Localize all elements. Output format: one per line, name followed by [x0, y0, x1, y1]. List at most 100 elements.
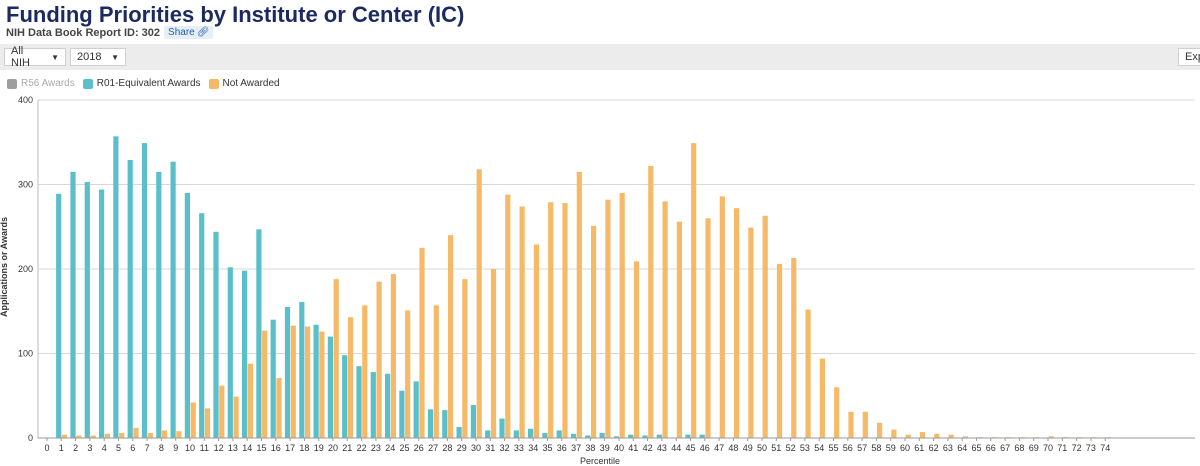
- x-tick-label: 46: [700, 443, 710, 453]
- bar-r01-awards: [570, 433, 577, 438]
- bar-r01-awards: [299, 301, 305, 438]
- bar-not-awarded: [605, 199, 611, 438]
- x-tick-label: 29: [457, 443, 467, 453]
- x-tick-label: 21: [342, 443, 352, 453]
- bar-not-awarded: [419, 247, 425, 438]
- bar-not-awarded: [891, 429, 897, 438]
- x-tick-label: 52: [786, 443, 796, 453]
- bar-r01-awards: [342, 355, 348, 438]
- bar-not-awarded: [162, 430, 168, 438]
- x-tick-label: 41: [628, 443, 638, 453]
- bar-r01-awards: [628, 434, 634, 438]
- bar-not-awarded: [591, 225, 597, 438]
- bar-not-awarded: [247, 363, 253, 438]
- x-tick-label: 7: [145, 443, 150, 453]
- bar-not-awarded: [905, 434, 911, 438]
- bar-r01-awards: [385, 373, 391, 438]
- x-tick-label: 32: [500, 443, 510, 453]
- bar-r01-awards: [656, 434, 662, 438]
- bar-not-awarded: [877, 422, 883, 438]
- x-tick-label: 55: [828, 443, 838, 453]
- x-tick-label: 62: [929, 443, 939, 453]
- x-tick-label: 22: [357, 443, 367, 453]
- x-tick-label: 16: [271, 443, 281, 453]
- x-tick-label: 61: [914, 443, 924, 453]
- bar-not-awarded: [734, 208, 740, 438]
- bar-not-awarded: [848, 411, 854, 438]
- bar-not-awarded: [490, 269, 497, 438]
- x-tick-label: 44: [671, 443, 681, 453]
- x-tick-label: 60: [900, 443, 910, 453]
- bar-not-awarded: [762, 215, 768, 438]
- bar-not-awarded: [791, 258, 797, 438]
- x-tick-label: 54: [814, 443, 824, 453]
- x-tick-label: 4: [102, 443, 107, 453]
- bar-not-awarded: [448, 235, 454, 438]
- x-tick-label: 68: [1014, 443, 1024, 453]
- bar-not-awarded: [691, 143, 697, 438]
- bar-r01-awards: [113, 136, 119, 438]
- bar-not-awarded: [834, 387, 840, 438]
- bar-r01-awards: [199, 213, 205, 438]
- x-tick-label: 71: [1057, 443, 1067, 453]
- bar-not-awarded: [176, 431, 182, 438]
- x-tick-label: 23: [371, 443, 381, 453]
- x-tick-label: 24: [385, 443, 395, 453]
- bar-r01-awards: [542, 432, 548, 438]
- x-tick-label: 67: [1000, 443, 1010, 453]
- y-tick-label: 200: [18, 264, 33, 274]
- bar-r01-awards: [356, 366, 362, 438]
- bar-not-awarded: [648, 165, 654, 438]
- bar-not-awarded: [462, 279, 468, 438]
- x-tick-label: 69: [1029, 443, 1039, 453]
- bar-r01-awards: [513, 430, 519, 438]
- x-tick-label: 12: [214, 443, 224, 453]
- bar-not-awarded: [662, 201, 668, 438]
- bar-not-awarded: [705, 218, 711, 438]
- bar-not-awarded: [204, 408, 211, 438]
- bar-not-awarded: [862, 411, 868, 438]
- bar-not-awarded: [190, 402, 196, 438]
- x-tick-label: 17: [285, 443, 295, 453]
- x-tick-label: 2: [73, 443, 78, 453]
- x-tick-label: 1: [59, 443, 64, 453]
- bar-not-awarded: [576, 171, 582, 438]
- x-tick-label: 48: [728, 443, 738, 453]
- x-tick-label: 74: [1100, 443, 1110, 453]
- bar-r01-awards: [56, 193, 62, 438]
- x-tick-label: 19: [314, 443, 324, 453]
- bar-r01-awards: [427, 409, 434, 438]
- x-tick-label: 65: [971, 443, 981, 453]
- bar-not-awarded: [233, 396, 239, 438]
- bar-r01-awards: [127, 159, 133, 438]
- x-tick-label: 14: [242, 443, 252, 453]
- bar-r01-awards: [313, 324, 319, 438]
- bar-not-awarded: [61, 434, 68, 438]
- bar-not-awarded: [305, 326, 311, 438]
- x-tick-label: 8: [159, 443, 164, 453]
- y-axis-label: Applications or Awards: [0, 216, 9, 318]
- bar-not-awarded: [805, 309, 811, 438]
- x-tick-label: 73: [1086, 443, 1096, 453]
- x-tick-label: 58: [871, 443, 881, 453]
- x-tick-label: 18: [299, 443, 309, 453]
- bar-r01-awards: [699, 434, 705, 438]
- funding-bar-chart: 01002003004000 1 2 3 4 5 6 7 8 9 10 11 12 13 14 15 16 17 1…: [18, 95, 1195, 453]
- x-tick-label: 40: [614, 443, 624, 453]
- x-tick-label: 72: [1072, 443, 1082, 453]
- bar-not-awarded: [948, 434, 954, 438]
- bar-r01-awards: [141, 143, 148, 438]
- bar-not-awarded: [562, 203, 568, 438]
- x-tick-label: 27: [428, 443, 438, 453]
- x-tick-label: 66: [986, 443, 996, 453]
- x-tick-label: 0: [44, 443, 49, 453]
- x-tick-label: 39: [600, 443, 610, 453]
- bar-not-awarded: [276, 378, 282, 438]
- bar-not-awarded: [619, 192, 625, 438]
- bar-r01-awards: [499, 418, 505, 438]
- bar-not-awarded: [333, 279, 339, 438]
- x-tick-label: 53: [800, 443, 810, 453]
- bar-not-awarded: [934, 433, 940, 438]
- bar-r01-awards: [456, 427, 462, 438]
- bar-r01-awards: [70, 171, 76, 438]
